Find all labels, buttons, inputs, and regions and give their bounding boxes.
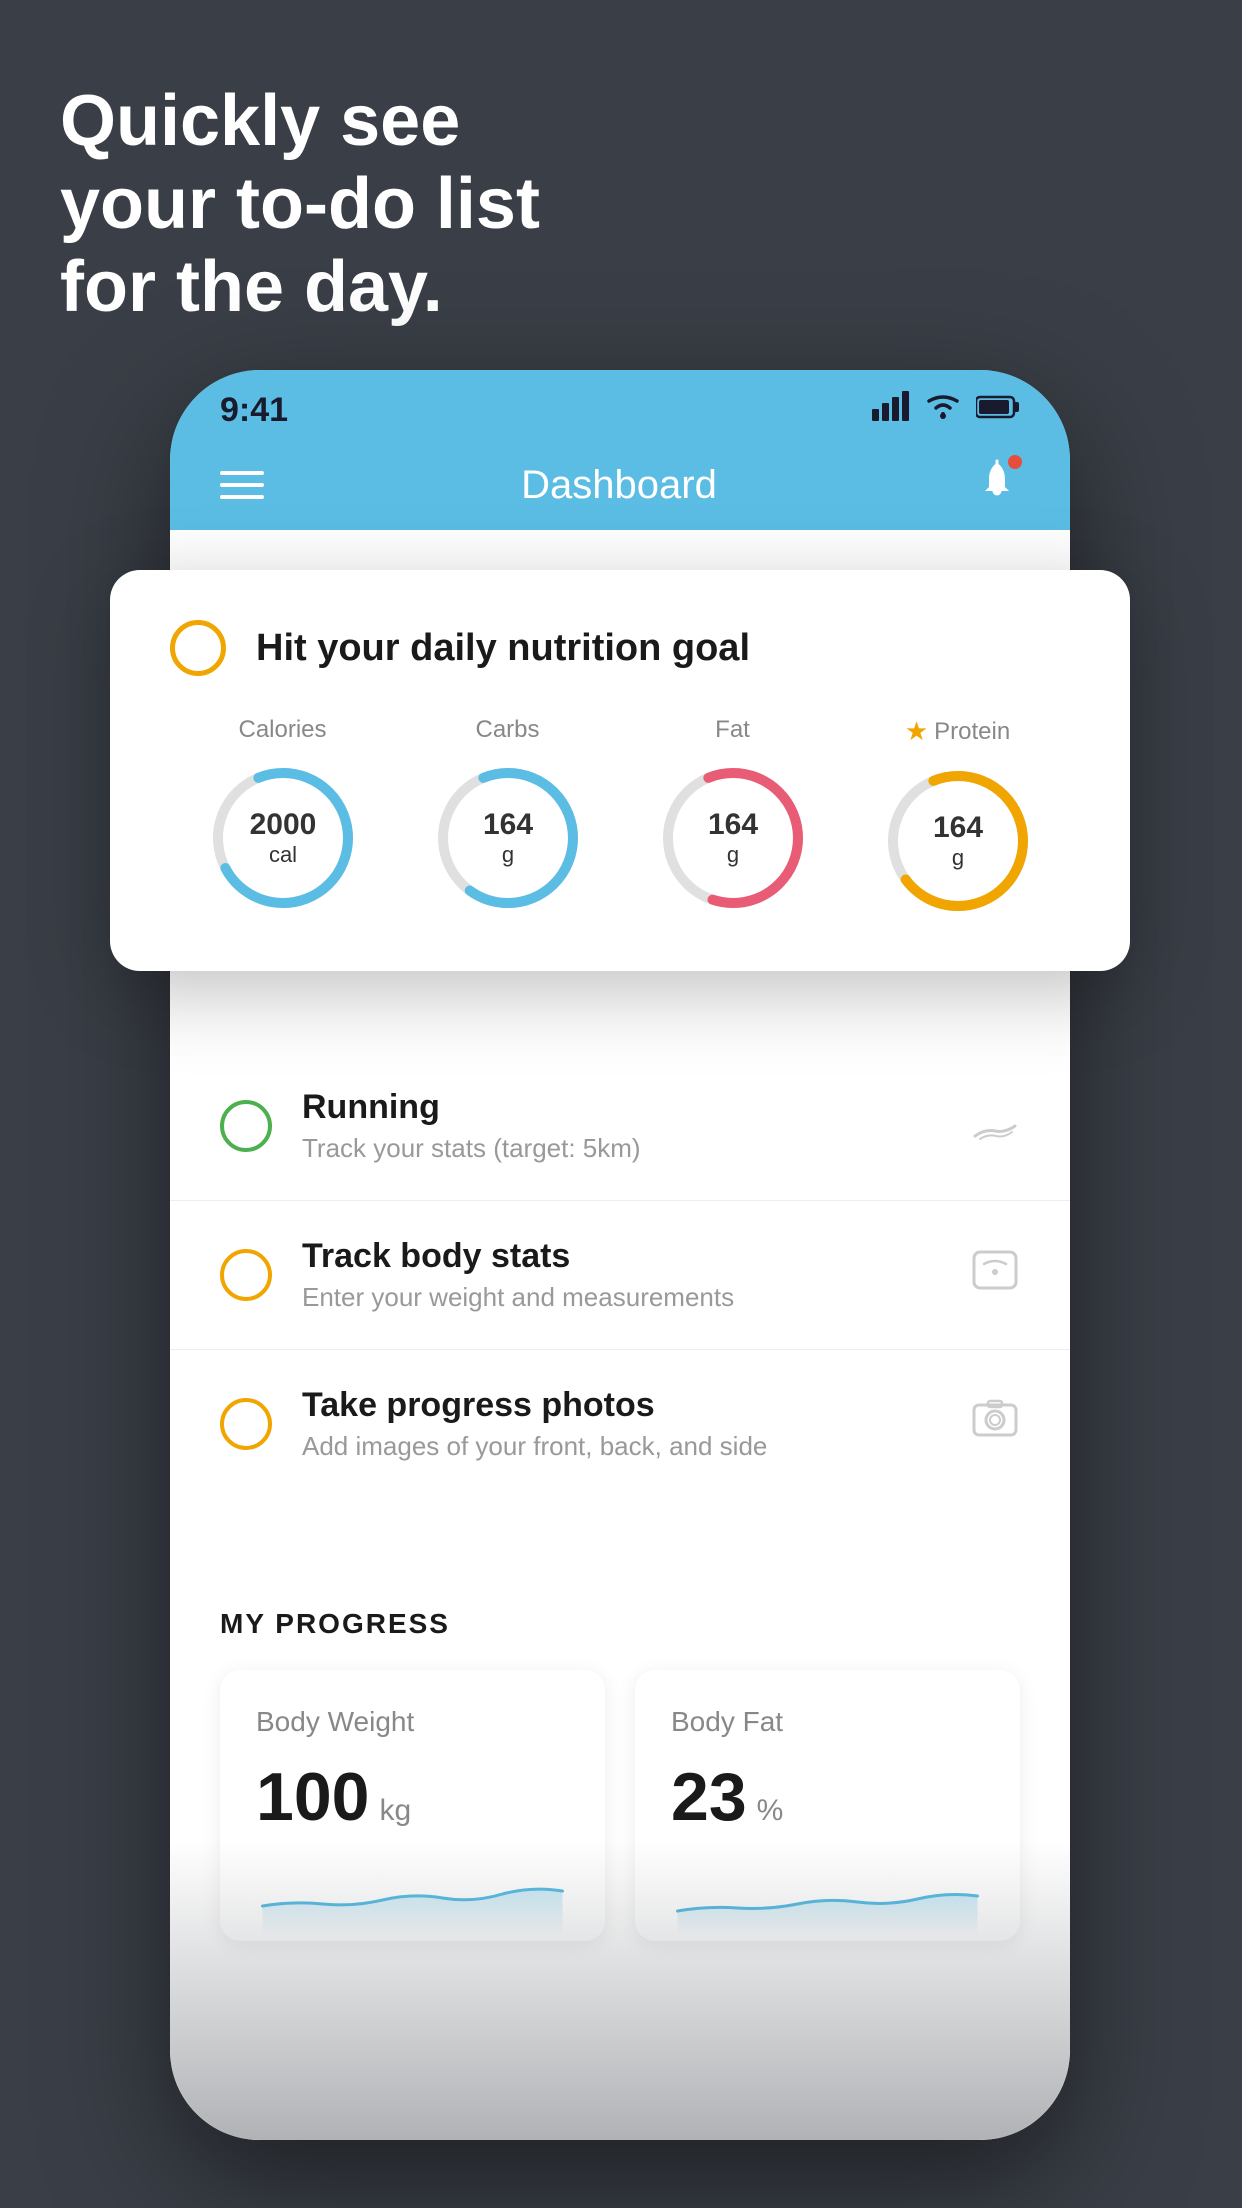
todo-text-body-stats: Track body stats Enter your weight and m… — [302, 1237, 940, 1313]
carbs-label: Carbs — [475, 716, 539, 744]
todo-circle-body-stats — [220, 1249, 272, 1301]
svg-text:2000: 2000 — [249, 808, 316, 841]
protein-label: ★ Protein — [905, 716, 1010, 747]
body-weight-unit: kg — [379, 1794, 411, 1828]
todo-circle-photos — [220, 1398, 272, 1450]
nutrition-circles: Calories 2000 cal Carbs 164 g — [170, 716, 1070, 921]
nutrition-carbs: Carbs 164 g — [428, 716, 588, 918]
calories-label: Calories — [238, 716, 326, 744]
body-fat-value: 23 — [671, 1758, 747, 1836]
protein-circle: 164 g — [878, 761, 1038, 921]
svg-text:g: g — [951, 845, 963, 870]
todo-text-running: Running Track your stats (target: 5km) — [302, 1088, 940, 1164]
signal-icon — [872, 391, 910, 429]
progress-cards: Body Weight 100 kg — [220, 1670, 1020, 1941]
card-header-row: Hit your daily nutrition goal — [170, 620, 1070, 676]
todo-item-body-stats[interactable]: Track body stats Enter your weight and m… — [170, 1201, 1070, 1350]
notification-dot — [1008, 455, 1022, 469]
nav-title: Dashboard — [521, 463, 717, 508]
wifi-icon — [924, 392, 962, 428]
nutrition-fat: Fat 164 g — [653, 716, 813, 918]
hamburger-menu[interactable] — [220, 471, 264, 499]
body-fat-label: Body Fat — [671, 1706, 984, 1738]
fat-circle: 164 g — [653, 758, 813, 918]
calories-circle: 2000 cal — [203, 758, 363, 918]
body-fat-card: Body Fat 23 % — [635, 1670, 1020, 1941]
progress-section: MY PROGRESS Body Weight 100 kg — [170, 1558, 1070, 1941]
svg-text:g: g — [726, 842, 738, 867]
body-weight-value: 100 — [256, 1758, 369, 1836]
todo-item-running[interactable]: Running Track your stats (target: 5km) — [170, 1052, 1070, 1201]
photo-icon — [970, 1397, 1020, 1451]
carbs-circle: 164 g — [428, 758, 588, 918]
body-fat-unit: % — [757, 1794, 784, 1828]
status-time: 9:41 — [220, 391, 288, 430]
todo-item-photos[interactable]: Take progress photos Add images of your … — [170, 1350, 1070, 1498]
nutrition-calories: Calories 2000 cal — [203, 716, 363, 918]
hero-text: Quickly see your to-do list for the day. — [60, 80, 540, 328]
scale-icon — [970, 1248, 1020, 1302]
todo-circle-running — [220, 1100, 272, 1152]
running-icon — [970, 1101, 1020, 1151]
card-title: Hit your daily nutrition goal — [256, 627, 750, 670]
svg-text:164: 164 — [482, 808, 532, 841]
body-fat-chart — [671, 1856, 984, 1936]
svg-text:164: 164 — [707, 808, 757, 841]
todo-list: Running Track your stats (target: 5km) T… — [170, 1052, 1070, 1498]
svg-text:cal: cal — [268, 842, 296, 867]
body-weight-chart — [256, 1856, 569, 1936]
nutrition-protein: ★ Protein 164 g — [878, 716, 1038, 921]
body-weight-card: Body Weight 100 kg — [220, 1670, 605, 1941]
status-icons — [872, 391, 1020, 429]
fat-label: Fat — [715, 716, 750, 744]
svg-text:g: g — [501, 842, 513, 867]
status-bar: 9:41 — [170, 370, 1070, 440]
bell-button[interactable] — [974, 457, 1020, 513]
nav-bar: Dashboard — [170, 440, 1070, 530]
progress-title: MY PROGRESS — [220, 1608, 1020, 1640]
nutrition-card: Hit your daily nutrition goal Calories 2… — [110, 570, 1130, 971]
card-indicator-circle — [170, 620, 226, 676]
svg-text:164: 164 — [932, 811, 982, 844]
todo-text-photos: Take progress photos Add images of your … — [302, 1386, 940, 1462]
protein-star-icon: ★ — [905, 716, 928, 747]
body-fat-value-row: 23 % — [671, 1758, 984, 1836]
body-weight-label: Body Weight — [256, 1706, 569, 1738]
body-weight-value-row: 100 kg — [256, 1758, 569, 1836]
battery-icon — [976, 393, 1020, 427]
